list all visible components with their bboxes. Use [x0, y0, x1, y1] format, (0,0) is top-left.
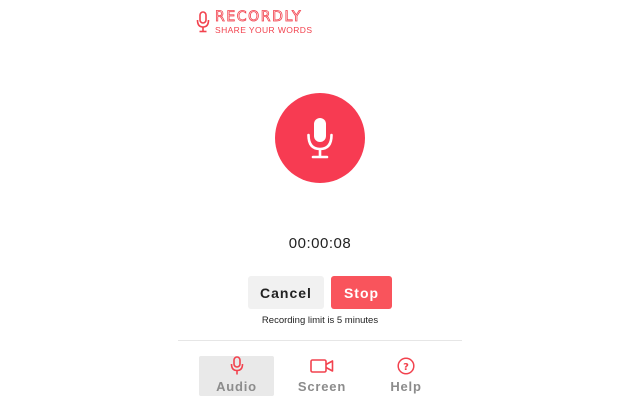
svg-text:?: ?: [403, 362, 409, 373]
cancel-button[interactable]: Cancel: [248, 276, 324, 309]
record-button[interactable]: [275, 93, 365, 183]
video-camera-icon: [310, 359, 334, 373]
divider: [178, 340, 462, 341]
tab-help-label: Help: [390, 379, 422, 394]
tab-screen-label: Screen: [297, 379, 347, 394]
tab-screen[interactable]: Screen: [286, 356, 358, 396]
recording-limit-note: Recording limit is 5 minutes: [261, 315, 379, 326]
microphone-icon: [307, 118, 333, 159]
tab-audio[interactable]: Audio: [199, 356, 274, 396]
microphone-icon: [196, 11, 210, 33]
recording-timer: 00:00:08: [288, 235, 352, 252]
tab-help[interactable]: ? Help: [370, 356, 442, 396]
brand-tagline: SHARE YOUR WORDS: [215, 25, 313, 35]
question-circle-icon: ?: [397, 357, 415, 375]
tab-audio-label: Audio: [216, 379, 257, 394]
stop-button[interactable]: Stop: [331, 276, 392, 309]
microphone-icon: [230, 356, 243, 375]
brand-name: RECORDLY: [215, 9, 303, 26]
brand-logo: RECORDLY SHARE YOUR WORDS: [196, 8, 316, 38]
